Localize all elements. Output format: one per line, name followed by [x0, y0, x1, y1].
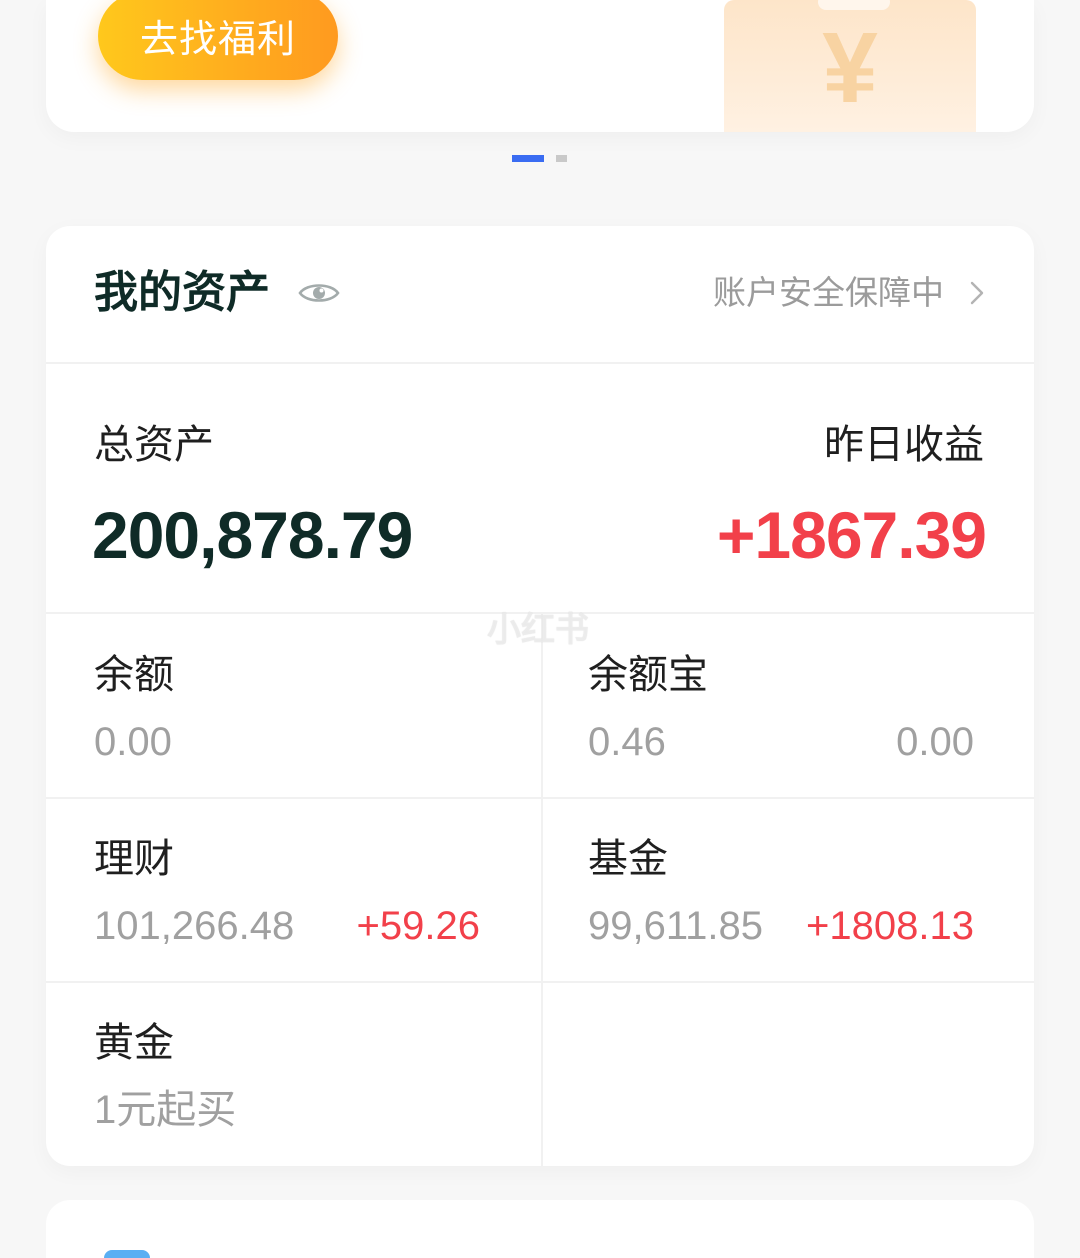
asset-item-value: 101,266.48 [94, 904, 295, 948]
divider [46, 362, 1034, 364]
asset-item-value: 99,611.85 [588, 904, 763, 948]
eye-icon[interactable] [298, 279, 340, 307]
next-section-card[interactable] [46, 1200, 1034, 1258]
asset-item-label: 理财 [94, 837, 174, 881]
asset-item-earnings: +1808.13 [806, 904, 974, 948]
asset-item-wealth-management[interactable]: 理财 101,266.48 +59.26 [46, 798, 541, 982]
asset-item-value: 1元起买 [94, 1088, 237, 1132]
asset-item-gold[interactable]: 黄金 1元起买 [46, 982, 541, 1166]
promo-banner[interactable]: 去找福利 ¥ [46, 0, 1034, 132]
chevron-right-icon[interactable] [968, 280, 986, 306]
asset-item-label: 基金 [588, 837, 668, 881]
yesterday-earnings-label: 昨日收益 [824, 423, 984, 467]
yen-icon: ¥ [822, 12, 878, 124]
asset-item-label: 余额 [94, 653, 174, 697]
asset-item-fund[interactable]: 基金 99,611.85 +1808.13 [543, 798, 1034, 982]
asset-item-label: 余额宝 [588, 653, 708, 697]
asset-item-balance[interactable]: 余额 0.00 [46, 614, 541, 798]
page-title: 我的资产 [94, 268, 270, 317]
my-assets-card: 我的资产 账户安全保障中 总资产 昨日收益 200,878.79 +1867.3… [46, 226, 1034, 1166]
yesterday-earnings-value[interactable]: +1867.39 [717, 495, 987, 575]
asset-item-value: 0.00 [94, 720, 172, 764]
account-security-link[interactable]: 账户安全保障中 [713, 272, 944, 314]
carousel-dot[interactable] [556, 155, 567, 162]
watermark: 小红书 [487, 611, 589, 649]
total-assets-label: 总资产 [94, 423, 214, 467]
find-benefits-button[interactable]: 去找福利 [98, 0, 338, 80]
total-assets-value[interactable]: 200,878.79 [92, 495, 413, 575]
asset-item-earnings: +59.26 [356, 904, 480, 948]
asset-grid: 余额 0.00 余额宝 0.46 0.00 理财 101,266.48 +59.… [46, 614, 1034, 1166]
carousel-dot-active[interactable] [512, 155, 544, 162]
asset-item-earnings: 0.00 [896, 720, 974, 764]
asset-item-label: 黄金 [94, 1021, 174, 1065]
illustration-cap [818, 0, 890, 10]
asset-item-value: 0.46 [588, 720, 666, 764]
asset-item-yuebao[interactable]: 余额宝 0.46 0.00 [543, 614, 1034, 798]
yen-coin-illustration: ¥ [724, 0, 976, 132]
section-icon [104, 1250, 150, 1258]
